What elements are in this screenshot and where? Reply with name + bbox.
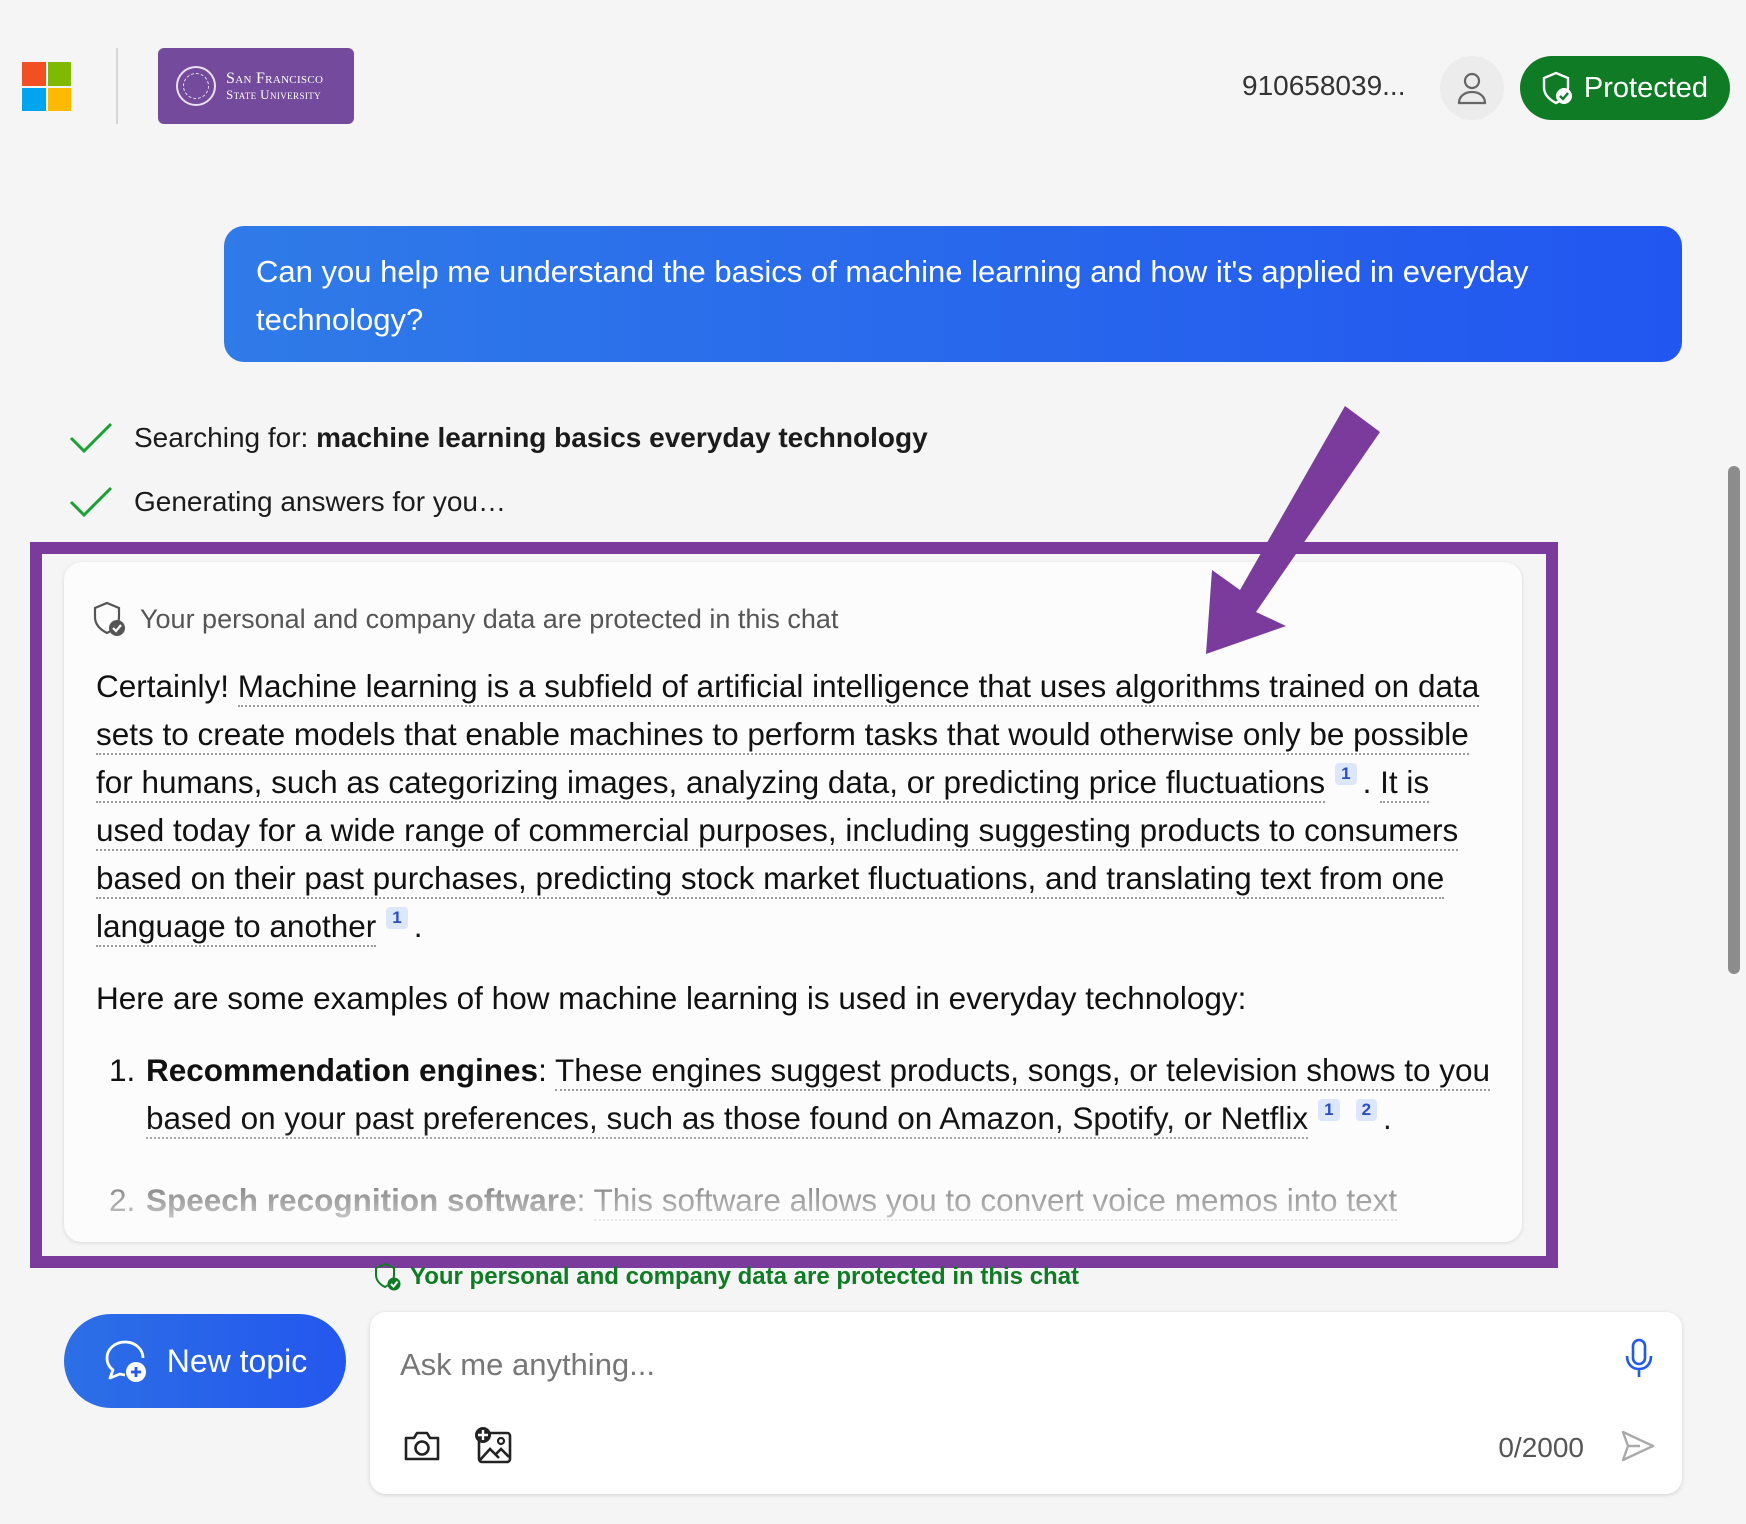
shield-check-icon bbox=[1542, 71, 1572, 105]
status-generating: Generating answers for you… bbox=[68, 484, 506, 520]
list-item: Recommendation engines: These engines su… bbox=[144, 1046, 1496, 1142]
microsoft-logo bbox=[22, 62, 71, 111]
scrollbar[interactable] bbox=[1728, 466, 1740, 974]
examples-list: Recommendation engines: These engines su… bbox=[96, 1046, 1496, 1224]
citation-badge[interactable]: 1 bbox=[386, 907, 408, 929]
list-item: Speech recognition software: This softwa… bbox=[144, 1176, 1496, 1224]
answer-body: Certainly! Machine learning is a subfiel… bbox=[96, 662, 1496, 1242]
protected-badge[interactable]: Protected bbox=[1520, 56, 1730, 120]
person-icon bbox=[1457, 72, 1487, 105]
add-image-icon[interactable] bbox=[474, 1426, 514, 1466]
protected-label: Protected bbox=[1583, 71, 1709, 104]
new-chat-icon bbox=[105, 1340, 146, 1382]
new-topic-button[interactable]: New topic bbox=[64, 1314, 346, 1408]
microphone-icon[interactable] bbox=[1624, 1338, 1654, 1380]
chat-input[interactable] bbox=[400, 1340, 1550, 1390]
example-text[interactable]: This software allows you to convert voic… bbox=[593, 1182, 1398, 1221]
shield-check-icon bbox=[375, 1262, 401, 1291]
answer-paragraph-2: Here are some examples of how machine le… bbox=[96, 980, 1247, 1016]
shield-check-icon bbox=[93, 601, 125, 636]
avatar[interactable] bbox=[1440, 56, 1504, 120]
status-searching: Searching for: machine learning basics e… bbox=[68, 420, 928, 456]
checkmark-icon bbox=[69, 486, 113, 518]
new-topic-label: New topic bbox=[166, 1342, 308, 1379]
status-searching-prefix: Searching for: bbox=[134, 422, 317, 453]
send-icon[interactable] bbox=[1620, 1428, 1656, 1464]
university-seal-icon bbox=[176, 66, 216, 106]
footer-privacy-text: Your personal and company data are prote… bbox=[410, 1263, 1080, 1290]
university-name-line2: State University bbox=[226, 86, 322, 102]
citation-badge[interactable]: 1 bbox=[1318, 1099, 1340, 1121]
card-privacy-note: Your personal and company data are prote… bbox=[92, 600, 838, 638]
char-counter: 0/2000 bbox=[1498, 1432, 1584, 1463]
user-id: 910658039... bbox=[1242, 70, 1406, 101]
checkmark-icon bbox=[69, 422, 113, 454]
answer-paragraph-1: Certainly! Machine learning is a subfiel… bbox=[96, 662, 1496, 950]
user-message-bubble: Can you help me understand the basics of… bbox=[224, 226, 1682, 362]
card-privacy-text: Your personal and company data are prote… bbox=[140, 603, 839, 634]
university-name-line1: San Francisco bbox=[226, 69, 324, 87]
camera-icon[interactable] bbox=[402, 1428, 442, 1464]
university-logo: San Francisco State University bbox=[158, 48, 354, 124]
example-title: Recommendation engines bbox=[146, 1052, 539, 1088]
example-title: Speech recognition software bbox=[146, 1182, 577, 1218]
chat-composer: 0/2000 bbox=[370, 1312, 1682, 1494]
answer-card: Your personal and company data are prote… bbox=[64, 562, 1522, 1242]
status-generating-text: Generating answers for you… bbox=[134, 486, 506, 517]
citation-badge[interactable]: 1 bbox=[1335, 763, 1357, 785]
citation-badge[interactable]: 2 bbox=[1355, 1099, 1378, 1121]
search-query: machine learning basics everyday technol… bbox=[316, 422, 928, 453]
header-divider bbox=[116, 48, 118, 124]
footer-privacy-note: Your personal and company data are prote… bbox=[374, 1262, 1079, 1292]
answer-sentence-1[interactable]: Machine learning is a subfield of artifi… bbox=[96, 668, 1480, 803]
answer-lead: Certainly! bbox=[96, 668, 238, 704]
